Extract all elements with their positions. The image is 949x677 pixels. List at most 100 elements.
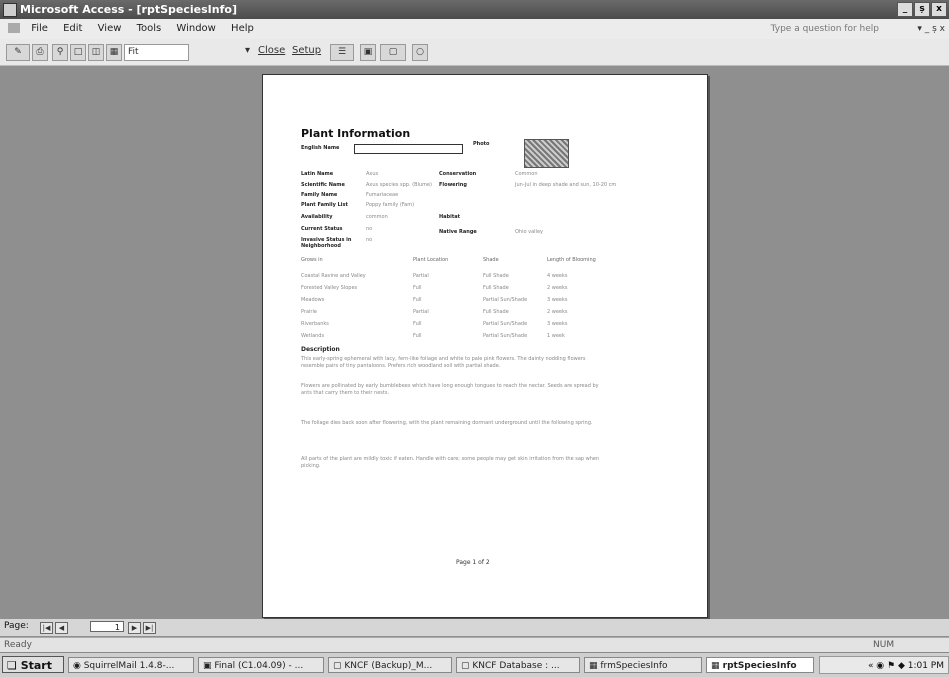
new-object-icon[interactable]: ▢: [380, 44, 406, 61]
menu-tools[interactable]: Tools: [131, 19, 168, 39]
table-cell: Wetlands: [301, 333, 325, 339]
zoom-icon[interactable]: ⚲: [52, 44, 68, 61]
help-question-box[interactable]: Type a question for help: [771, 19, 879, 39]
table-header-location: Plant Location: [413, 257, 449, 263]
description-paragraph: Flowers are pollinated by early bumblebe…: [301, 383, 599, 396]
clock[interactable]: 1:01 PM: [908, 661, 944, 671]
native-range-label: Native Range: [439, 229, 477, 235]
page-label: Page:: [4, 621, 29, 631]
status-num-lock: NUM: [873, 640, 895, 650]
table-cell: Partial Sun/Shade: [483, 333, 528, 339]
plant-family-value: Poppy family (Fam): [366, 202, 415, 208]
page-number-input[interactable]: 1: [90, 621, 124, 632]
conservation-label: Conservation: [439, 171, 477, 177]
zoom-dropdown-arrow[interactable]: ▾: [245, 45, 250, 56]
description-paragraph: This early-spring ephemeral with lacy, f…: [301, 356, 586, 369]
report-icon: ▦: [711, 661, 723, 671]
zoom-combo[interactable]: Fit: [124, 44, 189, 61]
taskbar-item-squirrelmail[interactable]: ◉ SquirrelMail 1.4.8-...: [68, 657, 194, 673]
access-app-icon[interactable]: [3, 3, 17, 17]
english-name-field: [354, 144, 463, 154]
family-name-value: Fumariaceae: [366, 192, 399, 198]
window-title: Microsoft Access - [rptSpeciesInfo]: [20, 3, 237, 16]
table-cell: Partial: [413, 273, 429, 279]
table-cell: Full Shade: [483, 309, 509, 315]
taskbar-item-database[interactable]: ▢ KNCF Database : ...: [456, 657, 580, 673]
menu-file[interactable]: File: [25, 19, 54, 39]
tray-icons[interactable]: « ◉ ⚑ ◆: [868, 661, 908, 671]
native-range-value: Ohio valley: [515, 229, 543, 235]
last-page-button[interactable]: ▶|: [143, 622, 156, 634]
flowering-value: Jun-Jul in deep shade and sun, 10-20 cm: [515, 182, 617, 188]
menu-window[interactable]: Window: [170, 19, 221, 39]
restore-button[interactable]: ș: [914, 2, 930, 17]
table-cell: Prairie: [301, 309, 317, 315]
status-bar: Ready NUM: [0, 637, 949, 652]
english-name-label: English Name: [301, 145, 340, 151]
taskbar-item-final[interactable]: ▣ Final (C1.04.09) - ...: [198, 657, 324, 673]
description-heading: Description: [301, 346, 340, 353]
form-icon: ▦: [589, 661, 601, 671]
taskbar-item-rptspeciesinfo[interactable]: ▦ rptSpeciesInfo: [706, 657, 814, 673]
habitat-label: Habitat: [439, 214, 461, 220]
table-cell: Full: [413, 321, 422, 327]
description-paragraph: The foliage dies back soon after floweri…: [301, 420, 593, 426]
start-label: Start: [20, 659, 52, 672]
print-icon[interactable]: ⎙: [32, 44, 48, 61]
family-name-label: Family Name: [301, 192, 338, 198]
taskbar-item-frmspeciesinfo[interactable]: ▦ frmSpeciesInfo: [584, 657, 702, 673]
table-cell: 4 weeks: [547, 273, 568, 279]
photo-label: Photo: [473, 141, 490, 147]
latin-name-label: Latin Name: [301, 171, 334, 177]
database-window-icon[interactable]: ▣: [360, 44, 376, 61]
office-links-icon[interactable]: ☰: [330, 44, 354, 61]
close-button[interactable]: x: [931, 2, 947, 17]
menu-edit[interactable]: Edit: [57, 19, 88, 39]
current-status-label: Current Status: [301, 226, 343, 232]
start-button[interactable]: ❏ Start: [2, 656, 64, 673]
multiple-pages-icon[interactable]: ▦: [106, 44, 122, 61]
page-footer: Page 1 of 2: [456, 559, 490, 566]
taskbar-item-label: KNCF (Backup)_M...: [344, 661, 433, 671]
document-window-controls[interactable]: ▾ _ ș x: [917, 19, 945, 39]
minimize-button[interactable]: _: [897, 2, 913, 17]
next-page-button[interactable]: ▶: [128, 622, 141, 634]
availability-value: common: [366, 214, 388, 220]
plant-family-label: Plant Family List: [301, 202, 348, 208]
flowering-label: Flowering: [439, 182, 467, 188]
close-preview-button[interactable]: Close: [258, 45, 285, 56]
invasive-value: no: [366, 237, 373, 243]
table-cell: Full: [413, 285, 422, 291]
table-cell: Full Shade: [483, 285, 509, 291]
page-setup-button[interactable]: Setup: [292, 45, 321, 56]
table-header-grows: Grows in: [301, 257, 323, 263]
report-icon[interactable]: [8, 23, 20, 33]
table-cell: Coastal Ravine and Valley: [301, 273, 366, 279]
current-status-value: no: [366, 226, 373, 232]
windows-logo-icon: ❏: [7, 659, 21, 672]
print-preview-toolbar: ✎ ⎙ ⚲ □ ◫ ▦ Fit ▾ Close Setup ☰ ▣ ▢ ○: [0, 39, 949, 66]
taskbar-item-backup[interactable]: ▢ KNCF (Backup)_M...: [328, 657, 452, 673]
table-cell: Partial Sun/Shade: [483, 297, 528, 303]
previous-page-button[interactable]: ◀: [55, 622, 68, 634]
help-icon[interactable]: ○: [412, 44, 428, 61]
table-cell: Meadows: [301, 297, 325, 303]
status-ready: Ready: [4, 640, 32, 650]
title-bar: Microsoft Access - [rptSpeciesInfo] _ ș …: [0, 0, 949, 19]
table-cell: 3 weeks: [547, 321, 568, 327]
two-pages-icon[interactable]: ◫: [88, 44, 104, 61]
first-page-button[interactable]: |◀: [40, 622, 53, 634]
scientific-name-value: Axus species spp. (Blume): [366, 182, 432, 188]
one-page-icon[interactable]: □: [70, 44, 86, 61]
menu-view[interactable]: View: [92, 19, 128, 39]
taskbar-item-label: Final (C1.04.09) - ...: [214, 661, 304, 671]
taskbar-item-label: KNCF Database : ...: [472, 661, 560, 671]
menu-help[interactable]: Help: [225, 19, 260, 39]
table-cell: 1 week: [547, 333, 565, 339]
report-title: Plant Information: [301, 127, 411, 140]
table-header-length: Length of Blooming: [547, 257, 596, 263]
availability-label: Availability: [301, 214, 333, 220]
folder-icon: ▢: [333, 661, 345, 671]
invasive-label: Invasive Status in Neighborhood: [301, 237, 352, 249]
view-icon[interactable]: ✎: [6, 44, 30, 61]
